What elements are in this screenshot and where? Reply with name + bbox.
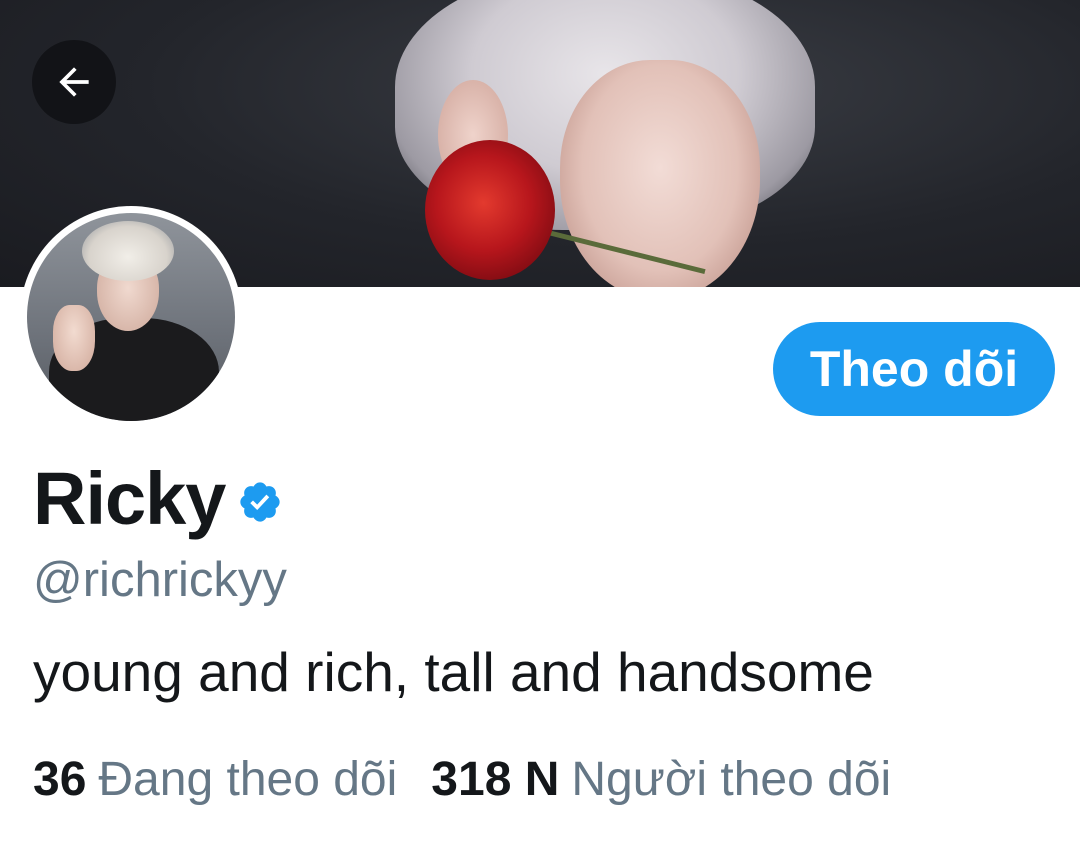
back-button[interactable] bbox=[32, 40, 116, 124]
banner-rose bbox=[425, 140, 555, 280]
avatar-photo bbox=[27, 213, 235, 421]
avatar-hand bbox=[53, 305, 95, 371]
followers-count: 318 N bbox=[431, 753, 560, 806]
verified-badge-icon bbox=[240, 481, 281, 522]
followers-label: Người theo dõi bbox=[571, 753, 892, 806]
name-row: Ricky bbox=[33, 456, 283, 541]
follow-button[interactable]: Theo dõi bbox=[773, 322, 1055, 416]
avatar[interactable] bbox=[20, 206, 242, 428]
user-handle: @richrickyy bbox=[33, 553, 287, 607]
arrow-left-icon bbox=[59, 67, 89, 97]
following-count: 36 bbox=[33, 753, 87, 806]
display-name: Ricky bbox=[33, 457, 226, 540]
profile-stats: 36 Đang theo dõi 318 N Người theo dõi bbox=[33, 752, 891, 807]
profile-page: Theo dõi Ricky @richrickyy young and ric… bbox=[0, 0, 1080, 847]
following-stat[interactable]: 36 Đang theo dõi bbox=[33, 752, 397, 807]
followers-stat[interactable]: 318 N Người theo dõi bbox=[431, 752, 891, 807]
avatar-hair bbox=[82, 221, 174, 281]
following-label: Đang theo dõi bbox=[98, 753, 398, 806]
banner-face bbox=[560, 60, 760, 287]
profile-bio: young and rich, tall and handsome bbox=[33, 641, 874, 703]
